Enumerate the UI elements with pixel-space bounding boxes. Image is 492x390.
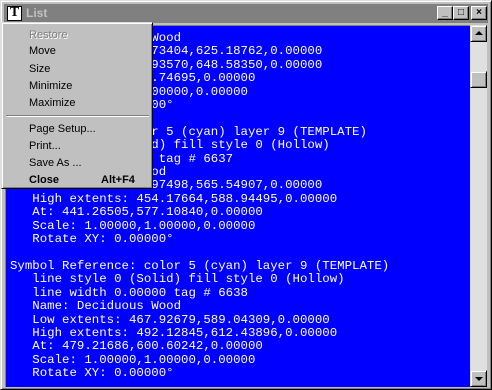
window-title: List: [26, 6, 48, 20]
log-line: At: 479.21686,600.60242,0.00000: [10, 339, 263, 354]
menu-item-size[interactable]: Size: [5, 61, 150, 77]
log-line: Low extents: 467.92679,589.04309,0.00000: [10, 312, 330, 327]
log-line: Symbol Reference: color 5 (cyan) layer 9…: [10, 258, 390, 273]
log-line: High extents: 492.12845,612.43896,0.0000…: [10, 325, 338, 340]
title-bar[interactable]: T List _ □ ×: [4, 4, 488, 23]
menu-item-move[interactable]: Move: [5, 43, 150, 59]
menu-item-print[interactable]: Print...: [5, 138, 150, 154]
system-menu: Restore Move Size Minimize Maximize Page…: [1, 22, 153, 189]
log-line: High extents: 454.17664,588.94495,0.0000…: [10, 191, 338, 206]
scroll-down-button[interactable]: [470, 370, 487, 387]
log-line: line width 0.00000 tag # 6638: [10, 285, 248, 300]
maximize-button[interactable]: □: [453, 6, 469, 20]
menu-item-maximize[interactable]: Maximize: [5, 95, 150, 111]
log-line: At: 441.26505,577.10840,0.00000: [10, 205, 263, 220]
up-arrow-icon: [475, 31, 483, 35]
scroll-up-button[interactable]: [470, 25, 487, 42]
log-line: Rotate XY: 0.00000°: [10, 366, 174, 381]
log-line: line style 0 (Solid) fill style 0 (Hollo…: [10, 272, 345, 287]
log-line: Scale: 1.00000,1.00000,0.00000: [10, 218, 256, 233]
down-arrow-icon: [475, 377, 483, 381]
close-button[interactable]: ×: [471, 6, 487, 20]
scroll-thumb[interactable]: [470, 71, 487, 88]
log-line: Scale: 1.00000,1.00000,0.00000: [10, 352, 256, 367]
log-line: Rotate XY: 0.00000°: [10, 232, 174, 247]
menu-item-page-setup[interactable]: Page Setup...: [5, 121, 150, 137]
menu-item-close[interactable]: Close Alt+F4: [5, 172, 150, 188]
minimize-button[interactable]: _: [437, 6, 453, 20]
menu-item-restore[interactable]: Restore: [5, 27, 150, 43]
menu-item-minimize[interactable]: Minimize: [5, 78, 150, 94]
system-menu-icon[interactable]: T: [7, 6, 22, 21]
menu-item-save-as[interactable]: Save As ...: [5, 155, 150, 171]
menu-separator: [6, 115, 149, 117]
log-line: Name: Deciduous Wood: [10, 299, 182, 314]
vertical-scrollbar[interactable]: [470, 25, 487, 387]
